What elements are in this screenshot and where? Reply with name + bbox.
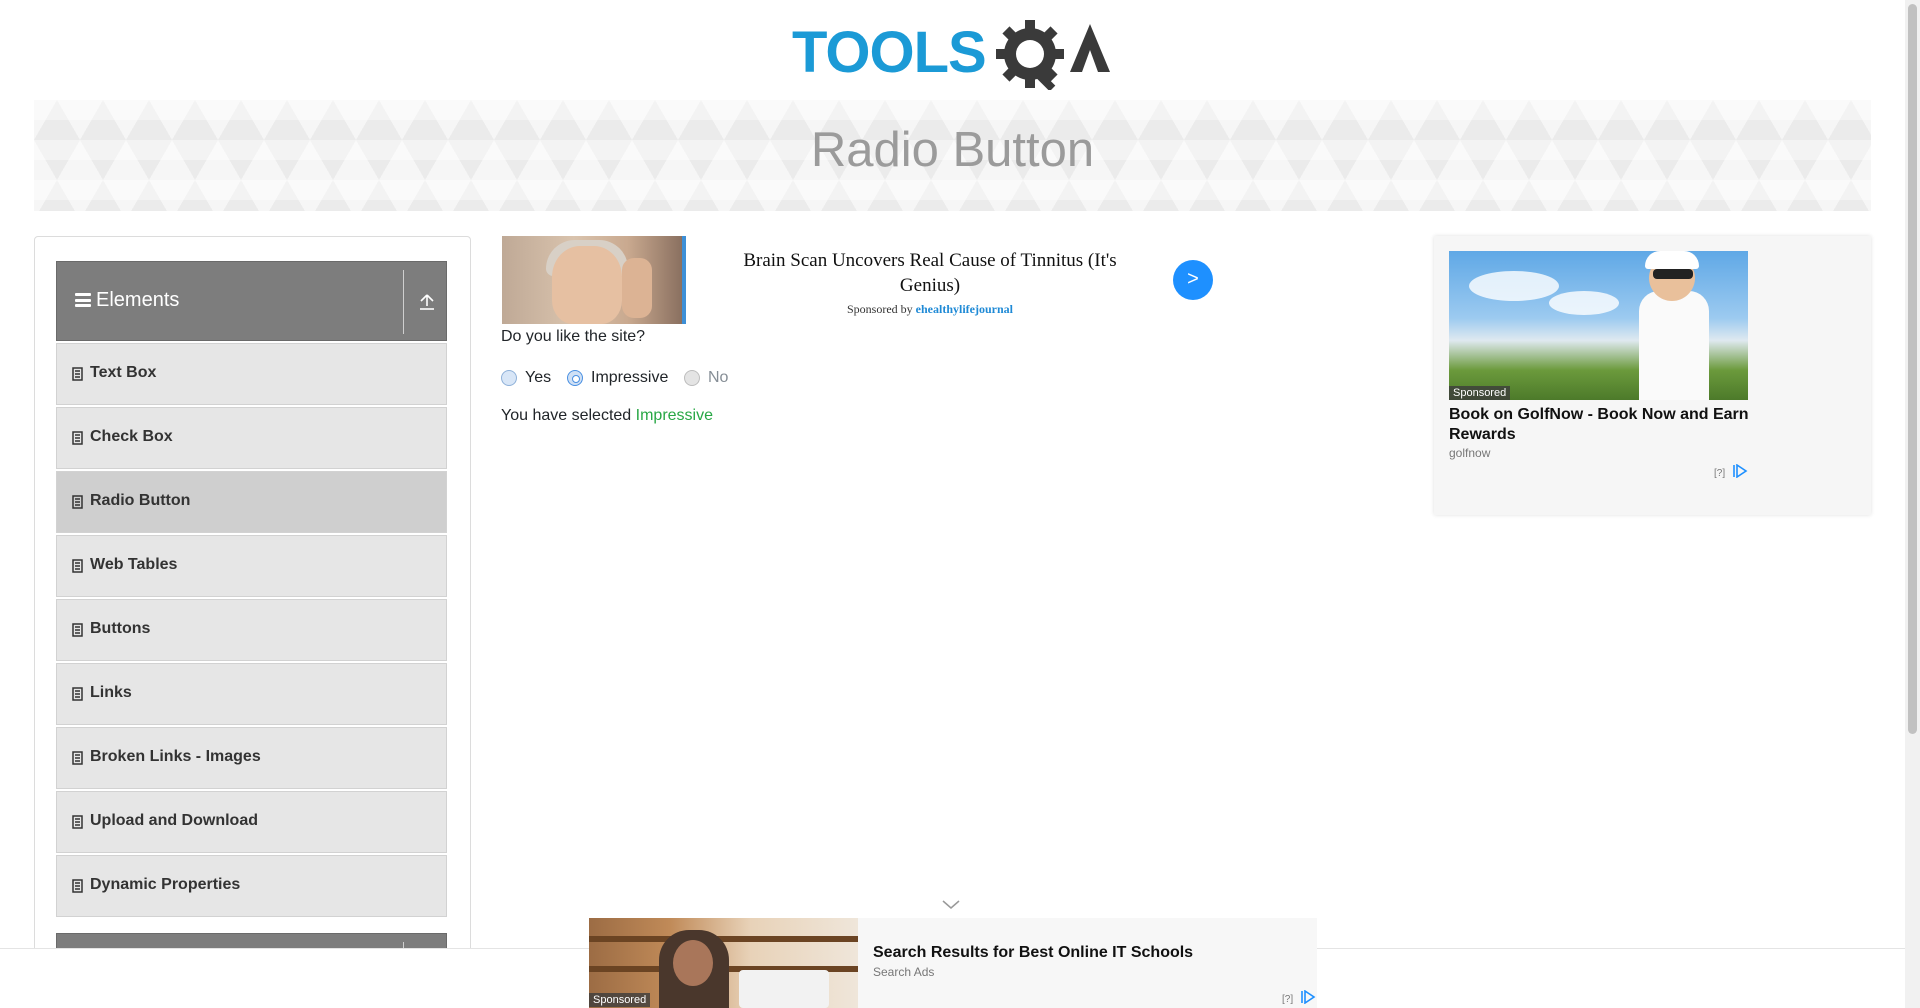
radio-impressive-label[interactable]: Impressive (591, 369, 668, 387)
sidebar-item-label: Check Box (90, 428, 173, 445)
ad-title[interactable]: Book on GolfNow - Book Now and Earn Rewa… (1449, 405, 1749, 445)
ad-headline[interactable]: Brain Scan Uncovers Real Cause of Tinnit… (725, 248, 1135, 298)
document-icon (72, 559, 83, 573)
sidebar-item-links[interactable]: Links (56, 663, 447, 725)
selection-result: You have selected Impressive (501, 407, 713, 425)
document-icon (72, 751, 83, 765)
document-icon (72, 879, 83, 893)
sidebar-item-label: Broken Links - Images (90, 748, 261, 765)
ad-title[interactable]: Search Results for Best Online IT School… (873, 944, 1193, 962)
sidebar-item-broken-links[interactable]: Broken Links - Images (56, 727, 447, 789)
document-icon (72, 815, 83, 829)
document-icon (72, 367, 83, 381)
radio-no-input (684, 370, 700, 386)
page-scrollbar[interactable] (1905, 0, 1920, 1008)
sidebar-item-text-box[interactable]: Text Box (56, 343, 447, 405)
toolsqa-logo-icon: TOOLS (792, 20, 1110, 92)
document-icon (72, 495, 83, 509)
chevron-down-icon[interactable] (942, 900, 960, 910)
ad-help-link[interactable]: [?] (1282, 994, 1293, 1005)
radio-no: No (684, 367, 728, 389)
divider (403, 270, 404, 334)
sponsored-ad-top[interactable]: Brain Scan Uncovers Real Cause of Tinnit… (501, 236, 1216, 324)
ad-source: Search Ads (873, 965, 935, 979)
document-icon (72, 687, 83, 701)
sponsored-ad-bottom[interactable]: Sponsored Search Results for Best Online… (589, 918, 1317, 1008)
sidebar-item-label: Dynamic Properties (90, 876, 241, 893)
radio-impressive-input[interactable] (567, 370, 583, 386)
sidebar-item-web-tables[interactable]: Web Tables (56, 535, 447, 597)
radio-yes-input[interactable] (501, 370, 517, 386)
ad-image (1449, 251, 1748, 400)
sidebar-item-label: Upload and Download (90, 812, 258, 829)
hamburger-icon (75, 293, 91, 307)
adchoices-icon[interactable] (1300, 990, 1316, 1004)
ad-help-link[interactable]: [?] (1714, 468, 1725, 479)
radio-yes[interactable]: Yes (501, 367, 551, 389)
result-value: Impressive (635, 407, 713, 424)
svg-text:TOOLS: TOOLS (792, 20, 986, 85)
sidebar-item-check-box[interactable]: Check Box (56, 407, 447, 469)
elements-group-header[interactable]: Elements (56, 261, 447, 341)
sidebar: Elements Text Box Check Box Radio Button (34, 236, 471, 1008)
adchoices-icon[interactable] (1732, 464, 1748, 478)
sponsored-ad-right[interactable]: Sponsored Book on GolfNow - Book Now and… (1434, 236, 1871, 515)
sidebar-item-label: Links (90, 684, 132, 701)
sidebar-item-label: Text Box (90, 364, 157, 381)
ad-sponsor-line: Sponsored by ehealthylifejournal (725, 302, 1135, 317)
sponsored-by-label: Sponsored by (847, 302, 913, 316)
sponsored-tag: Sponsored (1449, 386, 1511, 400)
sidebar-menu: Text Box Check Box Radio Button Web Tabl… (56, 343, 447, 919)
radio-question: Do you like the site? (501, 328, 646, 345)
result-prefix: You have selected (501, 407, 632, 424)
radio-no-label: No (708, 369, 729, 386)
radio-impressive[interactable]: Impressive (567, 367, 668, 389)
radio-yes-label[interactable]: Yes (525, 369, 551, 387)
toolsqa-logo[interactable]: TOOLS (792, 14, 1116, 92)
sidebar-item-label: Buttons (90, 620, 151, 637)
collapse-icon[interactable] (419, 293, 435, 311)
page-banner: Radio Button (34, 100, 1871, 211)
sidebar-item-upload-download[interactable]: Upload and Download (56, 791, 447, 853)
scrollbar-thumb[interactable] (1908, 4, 1917, 734)
document-icon (72, 431, 83, 445)
sidebar-item-buttons[interactable]: Buttons (56, 599, 447, 661)
document-icon (72, 623, 83, 637)
sidebar-item-label: Web Tables (90, 556, 178, 573)
sidebar-item-dynamic-properties[interactable]: Dynamic Properties (56, 855, 447, 917)
site-header: TOOLS (0, 0, 1905, 100)
sponsored-tag: Sponsored (589, 993, 651, 1007)
ad-thumbnail (502, 236, 686, 324)
sidebar-item-label: Radio Button (90, 492, 191, 509)
group-title: Elements (96, 289, 180, 311)
ad-source: golfnow (1449, 446, 1491, 460)
ad-sponsor-name[interactable]: ehealthylifejournal (916, 302, 1013, 316)
ad-next-button[interactable]: > (1173, 260, 1213, 300)
sidebar-item-radio-button[interactable]: Radio Button (56, 471, 447, 533)
page: TOOLS Radio Button Elements Text Box Che… (0, 0, 1920, 1008)
page-title: Radio Button (810, 123, 1095, 177)
